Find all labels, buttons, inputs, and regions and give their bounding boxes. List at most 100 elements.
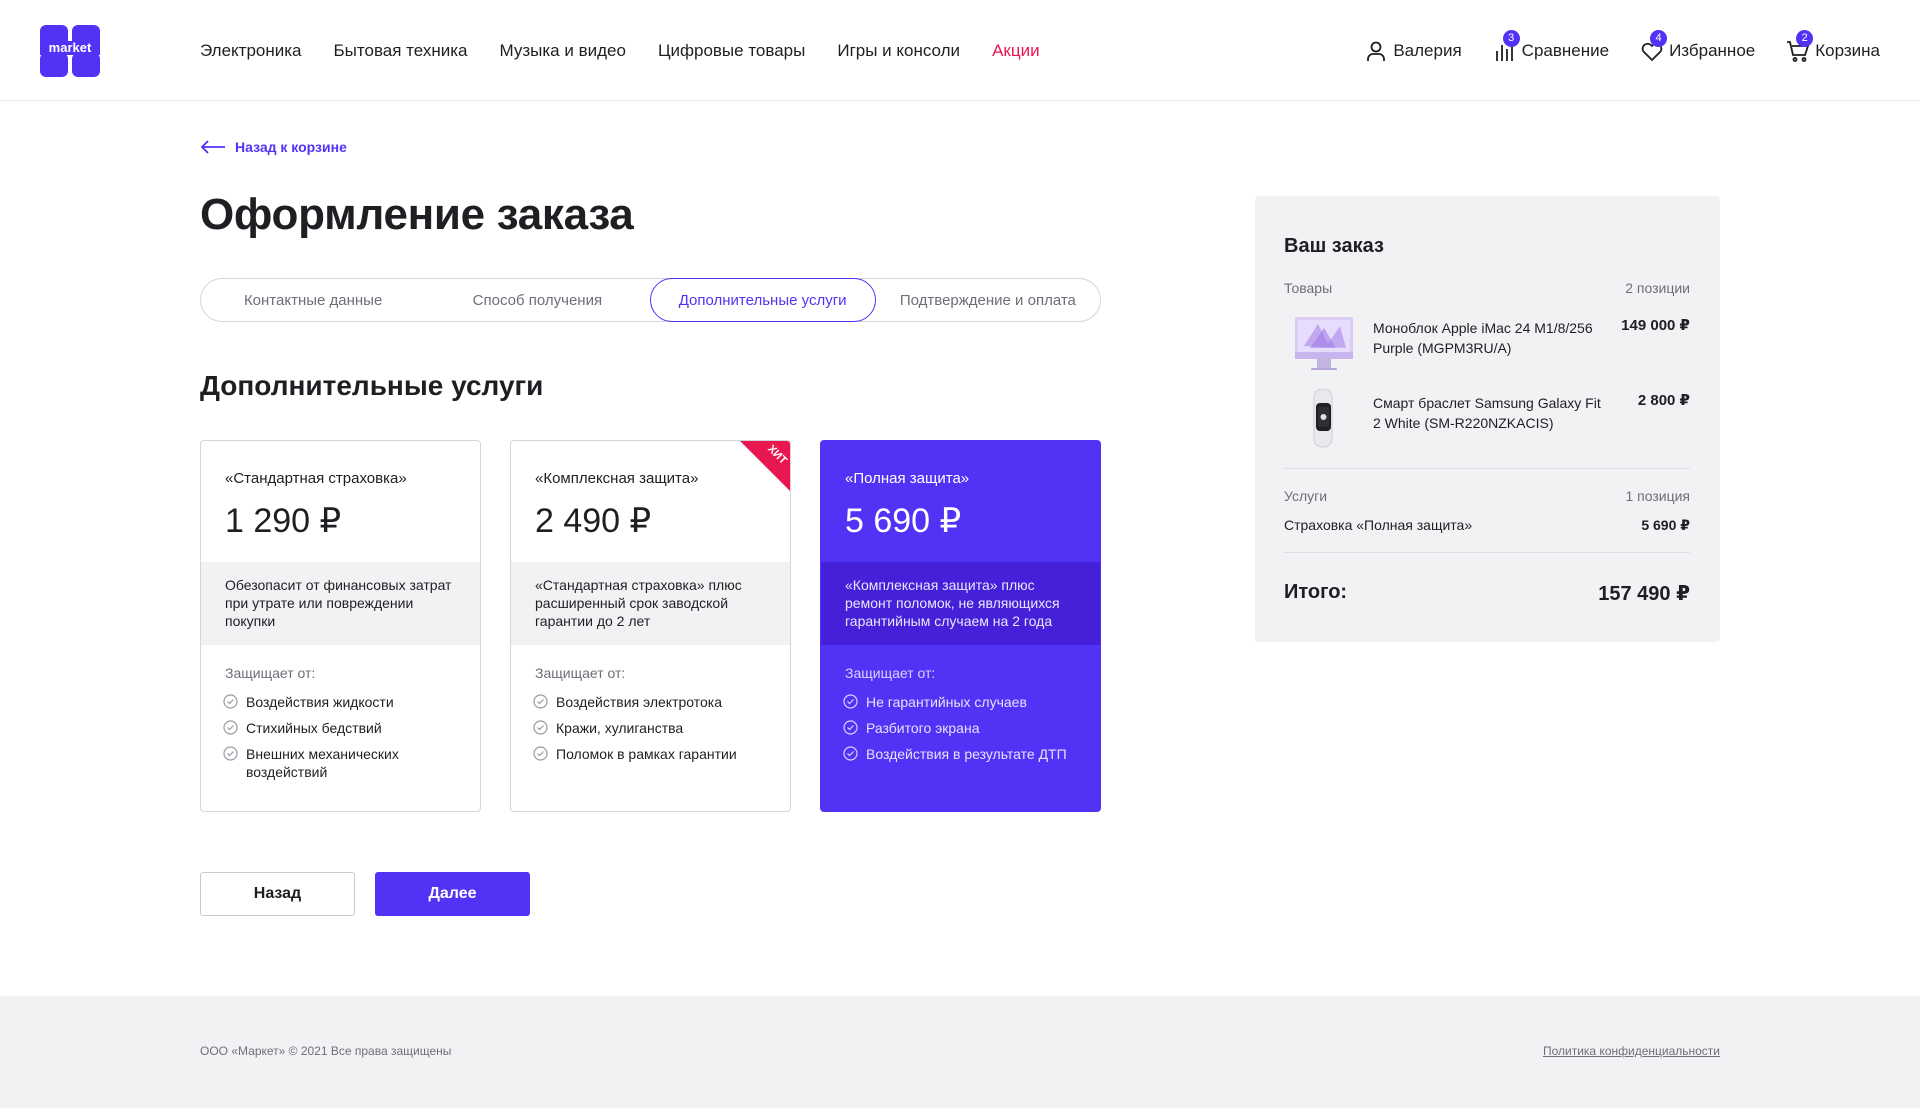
compare-label: Сравнение xyxy=(1521,40,1610,60)
list-item: Воздействия в результате ДТП xyxy=(843,745,1083,763)
plan-description: Обезопасит от финансовых затрат при утра… xyxy=(201,562,480,645)
order-item[interactable]: Моноблок Apple iMac 24 M1/8/256 Purple (… xyxy=(1284,314,1690,374)
site-footer: ООО «Маркет» © 2021 Все права защищены П… xyxy=(0,996,1920,1108)
check-circle-icon xyxy=(843,720,858,735)
logo-text: market xyxy=(49,40,92,55)
list-item: Разбитого экрана xyxy=(843,719,1083,737)
plan-features: Не гарантийных случаев Разбитого экрана … xyxy=(843,693,1083,771)
list-item: Внешних механических воздействий xyxy=(223,745,463,781)
favorites-count-badge: 4 xyxy=(1650,29,1668,47)
check-circle-icon xyxy=(533,746,548,761)
service-name: Страховка «Полная защита» xyxy=(1284,517,1473,533)
feature-text: Внешних механических воздействий xyxy=(246,746,399,780)
back-to-cart-label: Назад к корзине xyxy=(235,139,347,155)
check-circle-icon xyxy=(843,746,858,761)
divider xyxy=(1284,468,1690,469)
privacy-policy-link[interactable]: Политика конфиденциальности xyxy=(1543,1044,1720,1058)
imac-image xyxy=(1295,317,1353,370)
feature-text: Воздействия в результате ДТП xyxy=(866,746,1067,762)
feature-text: Поломок в рамках гарантии xyxy=(556,746,737,762)
goods-label: Товары xyxy=(1284,280,1333,296)
list-item: Воздействия жидкости xyxy=(223,693,463,711)
cart-count-badge: 2 xyxy=(1796,29,1814,47)
list-item: Не гарантийных случаев xyxy=(843,693,1083,711)
order-item-price: 149 000 ₽ xyxy=(1621,317,1690,334)
nav-appliances[interactable]: Бытовая техника xyxy=(334,41,468,61)
plan-description: «Комплексная защита» плюс ремонт поломок… xyxy=(821,562,1100,645)
nav-music-video[interactable]: Музыка и видео xyxy=(500,41,626,61)
arrow-left-icon xyxy=(200,140,225,154)
user-tools: Валерия 3 Сравнение 4 Избранное 2 Корзин… xyxy=(1333,0,1880,101)
step-confirm-payment[interactable]: Подтверждение и оплата xyxy=(876,279,1100,321)
order-item-name: Смарт браслет Samsung Galaxy Fit 2 White… xyxy=(1373,395,1601,431)
plan-features: Воздействия жидкости Стихийных бедствий … xyxy=(223,693,463,789)
order-item-price: 2 800 ₽ xyxy=(1637,392,1690,409)
next-button[interactable]: Далее xyxy=(375,872,530,916)
market-logo[interactable]: market xyxy=(40,25,100,77)
cart-link[interactable]: 2 Корзина xyxy=(1785,29,1880,64)
plan-card-full[interactable]: «Полная защита» 5 690 ₽ «Комплексная защ… xyxy=(820,440,1101,812)
order-summary-title: Ваш заказ xyxy=(1284,235,1384,257)
nav-promotions[interactable]: Акции xyxy=(992,41,1040,61)
hit-badge: ХИТ xyxy=(740,441,790,491)
services-count: 1 позиция xyxy=(1625,488,1690,504)
site-header: market Электроника Бытовая техника Музык… xyxy=(0,0,1920,101)
check-circle-icon xyxy=(533,720,548,735)
check-circle-icon xyxy=(533,694,548,709)
step-delivery-method[interactable]: Способ получения xyxy=(425,279,649,321)
check-circle-icon xyxy=(223,720,238,735)
plan-features: Воздействия электротока Кражи, хулиганст… xyxy=(533,693,773,771)
back-button[interactable]: Назад xyxy=(200,872,355,916)
plan-price: 5 690 ₽ xyxy=(845,502,962,540)
account-link[interactable]: Валерия xyxy=(1363,38,1462,64)
list-item: Кражи, хулиганства xyxy=(533,719,773,737)
fitness-band-image xyxy=(1313,389,1333,448)
main-nav: Электроника Бытовая техника Музыка и вид… xyxy=(200,0,1072,101)
feature-text: Не гарантийных случаев xyxy=(866,694,1027,710)
service-price: 5 690 ₽ xyxy=(1641,517,1690,533)
feature-text: Разбитого экрана xyxy=(866,720,980,736)
plan-price: 1 290 ₽ xyxy=(225,502,342,540)
back-to-cart-link[interactable]: Назад к корзине xyxy=(200,139,347,155)
feature-text: Воздействия жидкости xyxy=(246,694,394,710)
plan-description: «Стандартная страховка» плюс расширенный… xyxy=(511,562,790,645)
favorites-label: Избранное xyxy=(1669,40,1756,60)
nav-digital-goods[interactable]: Цифровые товары xyxy=(658,41,805,61)
total-label: Итого: xyxy=(1284,581,1348,603)
list-item: Стихийных бедствий xyxy=(223,719,463,737)
step-contact-details[interactable]: Контактные данные xyxy=(201,279,425,321)
plan-protects-label: Защищает от: xyxy=(535,665,626,681)
list-item: Поломок в рамках гарантии xyxy=(533,745,773,763)
plan-protects-label: Защищает от: xyxy=(225,665,316,681)
check-circle-icon xyxy=(223,746,238,761)
nav-games-consoles[interactable]: Игры и консоли xyxy=(837,41,960,61)
nav-electronics[interactable]: Электроника xyxy=(200,41,302,61)
order-item-name: Моноблок Apple iMac 24 M1/8/256 Purple (… xyxy=(1373,320,1593,356)
step-additional-services[interactable]: Дополнительные услуги xyxy=(649,278,876,322)
page-title: Оформление заказа xyxy=(200,190,634,239)
plan-card-complex[interactable]: ХИТ «Комплексная защита» 2 490 ₽ «Станда… xyxy=(510,440,791,812)
favorites-link[interactable]: 4 Избранное xyxy=(1639,29,1756,64)
goods-count: 2 позиции xyxy=(1625,280,1690,296)
compare-icon: 3 xyxy=(1492,29,1520,64)
divider xyxy=(1284,552,1690,553)
compare-count-badge: 3 xyxy=(1502,29,1520,47)
cart-label: Корзина xyxy=(1815,40,1880,60)
plan-name: «Комплексная защита» xyxy=(535,470,699,487)
copyright-text: ООО «Маркет» © 2021 Все права защищены xyxy=(200,1044,452,1058)
check-circle-icon xyxy=(223,694,238,709)
cart-icon: 2 xyxy=(1785,29,1814,64)
order-item[interactable]: Смарт браслет Samsung Galaxy Fit 2 White… xyxy=(1284,389,1690,449)
checkout-steps: Контактные данные Способ получения Допол… xyxy=(200,278,1101,322)
user-icon xyxy=(1363,38,1389,64)
check-circle-icon xyxy=(843,694,858,709)
section-title: Дополнительные услуги xyxy=(200,370,544,401)
feature-text: Стихийных бедствий xyxy=(246,720,382,736)
plan-card-standard[interactable]: «Стандартная страховка» 1 290 ₽ Обезопас… xyxy=(200,440,481,812)
compare-link[interactable]: 3 Сравнение xyxy=(1492,29,1610,64)
plan-name: «Полная защита» xyxy=(845,470,970,487)
services-label: Услуги xyxy=(1284,488,1328,504)
plan-name: «Стандартная страховка» xyxy=(225,470,407,487)
order-summary: Ваш заказ Товары 2 позиции Моноблок Appl… xyxy=(1255,196,1720,642)
plan-protects-label: Защищает от: xyxy=(845,665,936,681)
